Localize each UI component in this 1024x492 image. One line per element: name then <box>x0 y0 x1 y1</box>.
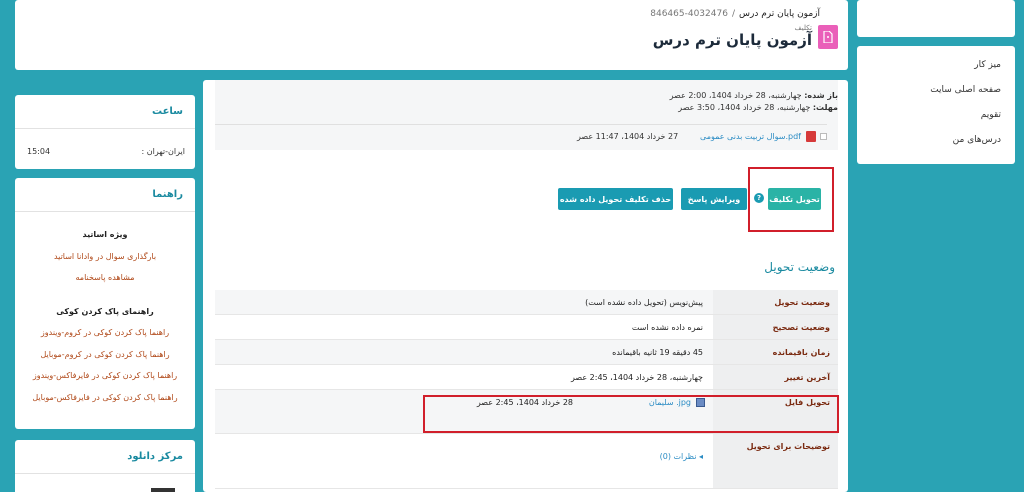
guide-link-chrome-mobile[interactable]: راهنما پاک کردن کوکی در کروم-موبایل <box>15 344 195 366</box>
table-row: پیش‌نویس (تحویل داده نشده است) وضعیت تحو… <box>215 290 838 315</box>
assignment-dates: باز شده: چهارشنبه، 28 خرداد 1404، 2:00 ع… <box>670 90 838 114</box>
attachment-link[interactable]: سوال تربیت بدنی عمومی.pdf <box>700 132 801 141</box>
attachment-checkbox[interactable] <box>820 133 827 140</box>
breadcrumb: آزمون پایان ترم درس /4032476-846465 <box>650 9 820 19</box>
status-value-submission: پیش‌نویس (تحویل داده نشده است) <box>585 298 703 307</box>
clock-time: 15:04 <box>27 147 51 156</box>
guide-link-answer-sheet[interactable]: مشاهده پاسخنامه <box>15 267 195 289</box>
guide-title: راهنما <box>15 178 195 212</box>
guide-section-cookies: راهنمای پاک کردن کوکی <box>56 306 154 316</box>
nav-item-site-home[interactable]: صفحه اصلی سایت <box>857 85 1001 110</box>
clock-block: ساعت 15:04 ایران-تهران : <box>15 95 195 169</box>
opened-value: چهارشنبه، 28 خرداد 1404، 2:00 عصر <box>669 91 802 100</box>
highlight-box-file <box>423 395 839 433</box>
table-row: چهارشنبه، 28 خرداد 1404، 2:45 عصر آخرین … <box>215 365 838 390</box>
status-label-submission: وضعیت تحویل <box>713 290 838 314</box>
status-label-grading: وضعیت تصحیح <box>713 315 838 339</box>
due-value: چهارشنبه، 28 خرداد 1404، 3:50 عصر <box>678 103 811 112</box>
navigation-block: میز کار صفحه اصلی سایت تقویم درس‌های من <box>857 46 1015 164</box>
nav-item-my-courses[interactable]: درس‌های من <box>857 135 1001 160</box>
page-title: آزمون پایان ترم درس <box>652 31 812 49</box>
breadcrumb-assignment[interactable]: آزمون پایان ترم درس <box>739 9 820 19</box>
guide-link-firefox-mobile[interactable]: راهنما پاک کردن کوکی در فایرفاکس-موبایل <box>15 387 195 409</box>
submission-status-table: پیش‌نویس (تحویل داده نشده است) وضعیت تحو… <box>215 290 838 489</box>
status-label-last-modified: آخرین تغییر <box>713 365 838 389</box>
attachment-date: 27 خرداد 1404، 11:47 عصر <box>577 132 679 141</box>
status-value-time-left: 45 دقیقه 19 ثانیه باقیمانده <box>612 348 703 357</box>
guide-section-teachers: ویژه اساتید <box>82 230 128 239</box>
right-top-block <box>857 0 1015 37</box>
table-row: نمره داده نشده است وضعیت تصحیح <box>215 315 838 340</box>
opened-label: باز شده: <box>804 91 838 100</box>
edit-submission-button[interactable]: ویرایش پاسخ <box>681 188 747 210</box>
download-title: مرکز دانلود <box>15 440 195 474</box>
guide-link-upload-question[interactable]: بارگذاری سوال در وادانا اساتید <box>15 246 195 268</box>
guide-link-chrome-windows[interactable]: راهنما پاک کردن کوکی در کروم-ویندوز <box>15 322 195 344</box>
status-label-time-left: زمان باقیمانده <box>713 340 838 364</box>
comments-link[interactable]: ◂ نظرات (0) <box>660 452 703 461</box>
download-center-block: مرکز دانلود <box>15 440 195 492</box>
status-value-grading: نمره داده نشده است <box>631 323 703 332</box>
guide-block: راهنما ویژه اساتید بارگذاری سوال در وادا… <box>15 178 195 429</box>
guide-link-firefox-windows[interactable]: راهنما پاک کردن کوکی در فایرفاکس-ویندوز <box>15 365 195 387</box>
delete-submission-button[interactable]: حذف تکلیف تحویل داده شده <box>558 188 673 210</box>
status-label-comments: توضیحات برای تحویل <box>713 434 838 488</box>
page-header: آزمون پایان ترم درس /4032476-846465 تکلیف… <box>15 0 848 70</box>
submission-status-title: وضعیت تحویل <box>764 260 835 274</box>
due-label: مهلت: <box>812 103 838 112</box>
breadcrumb-separator: / <box>731 9 735 19</box>
assignment-icon <box>818 24 838 49</box>
table-row: 45 دقیقه 19 ثانیه باقیمانده زمان باقیمان… <box>215 340 838 365</box>
clock-title: ساعت <box>15 95 195 129</box>
pdf-icon <box>806 131 816 142</box>
nav-item-calendar[interactable]: تقویم <box>857 110 1001 135</box>
nav-item-dashboard[interactable]: میز کار <box>857 60 1001 85</box>
highlight-box-submit <box>748 167 834 232</box>
table-row: ◂ نظرات (0) توضیحات برای تحویل <box>215 434 838 489</box>
clock-location: ایران-تهران : <box>141 147 185 156</box>
main-content: باز شده: چهارشنبه، 28 خرداد 1404، 2:00 ع… <box>203 80 848 492</box>
breadcrumb-course-id[interactable]: 4032476-846465 <box>650 9 728 19</box>
page-title-block: تکلیف آزمون پایان ترم درس <box>653 24 838 49</box>
attachment-row: سوال تربیت بدنی عمومی.pdf 27 خرداد 1404،… <box>215 124 827 148</box>
download-thumbnail[interactable] <box>151 488 175 492</box>
status-value-last-modified: چهارشنبه، 28 خرداد 1404، 2:45 عصر <box>571 373 703 382</box>
